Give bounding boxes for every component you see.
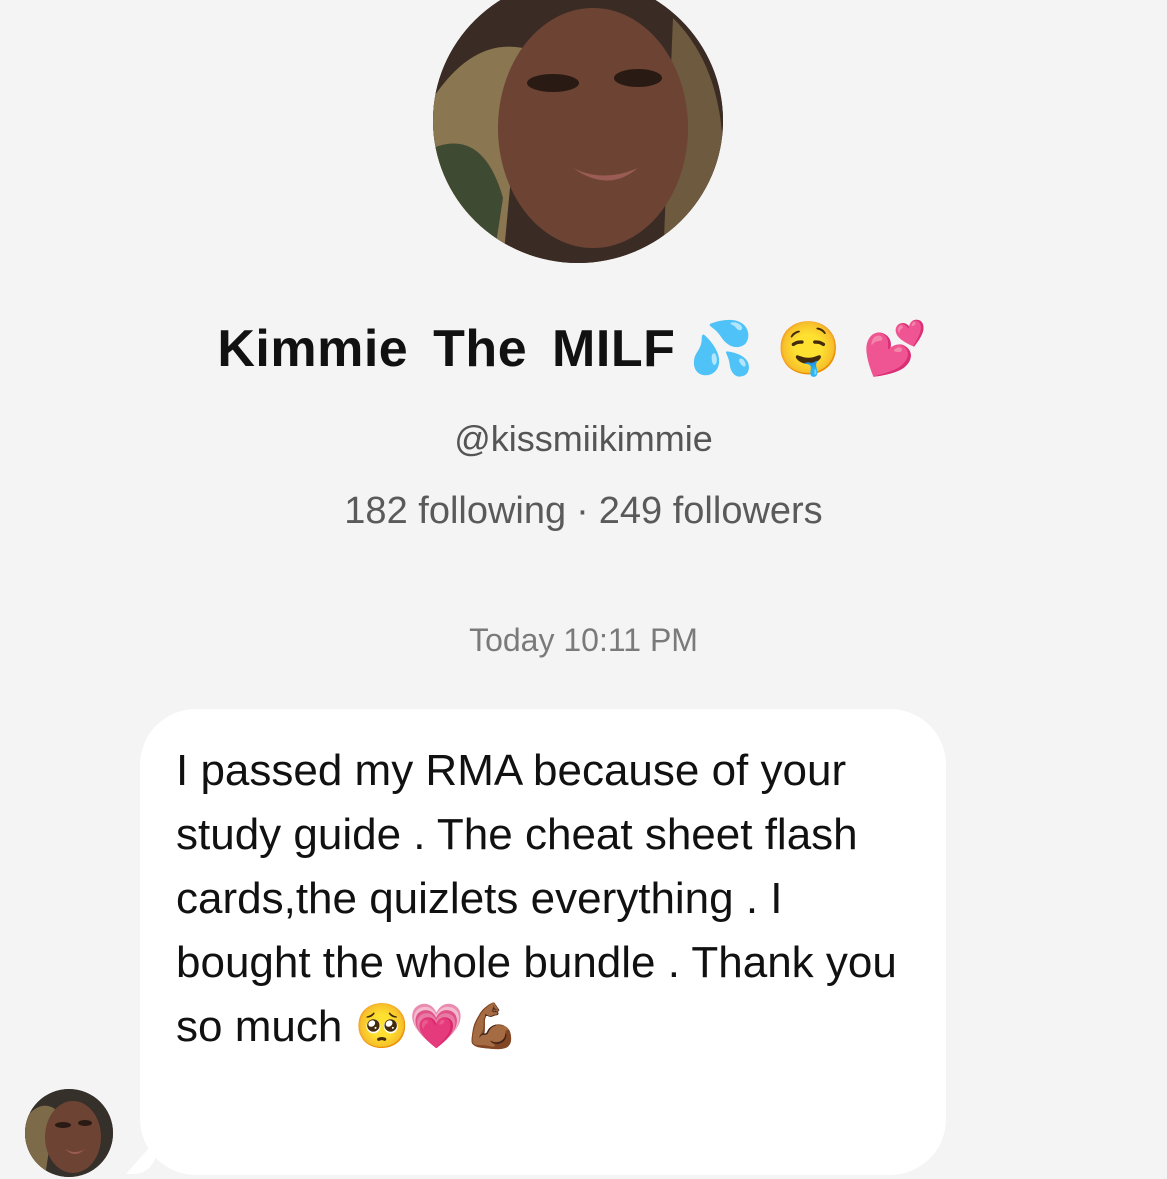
profile-photo-icon	[433, 0, 723, 263]
stats-separator: ·	[576, 490, 589, 532]
profile-name: Kimmie The MILF	[217, 320, 676, 378]
message-text: I passed my RMA because of your study gu…	[176, 746, 910, 1051]
profile-name-emojis: 💦🤤💕	[689, 320, 950, 378]
following-count[interactable]: 182 following	[344, 490, 566, 532]
message-bubble[interactable]: I passed my RMA because of your study gu…	[140, 709, 946, 1175]
profile-handle[interactable]: @kissmiikimmie	[0, 418, 1167, 460]
profile-stats: 182 following · 249 followers	[0, 490, 1167, 533]
sender-photo-icon	[25, 1089, 113, 1177]
profile-name-row: Kimmie The MILF 💦🤤💕	[0, 318, 1167, 379]
message-timestamp: Today 10:11 PM	[469, 622, 698, 658]
followers-count[interactable]: 249 followers	[599, 490, 823, 532]
profile-avatar[interactable]	[433, 0, 723, 263]
sender-avatar[interactable]	[25, 1089, 113, 1177]
